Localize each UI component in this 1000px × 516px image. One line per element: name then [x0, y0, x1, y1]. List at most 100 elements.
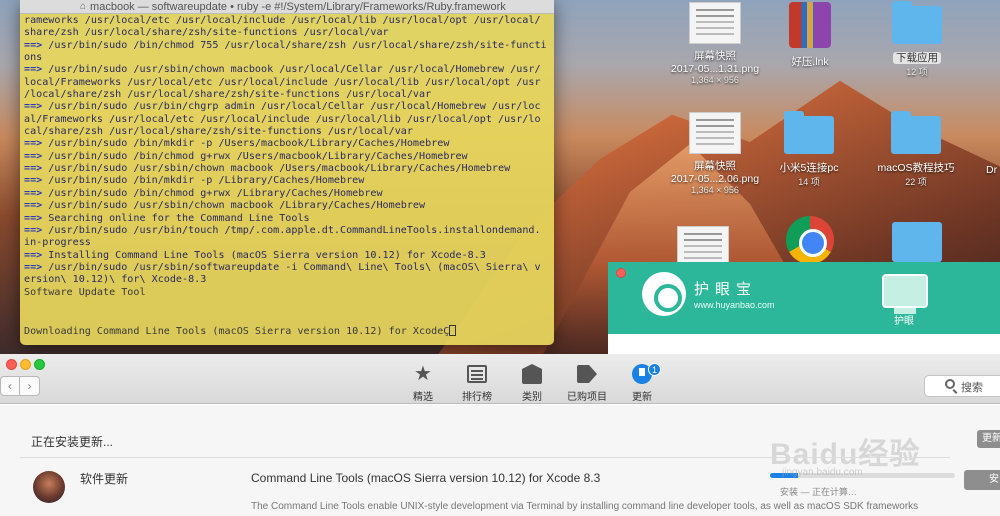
search-icon — [945, 379, 955, 389]
nav-buttons: ‹ › — [0, 376, 40, 396]
terminal-line-text: al/Frameworks /usr/local/etc /usr/local/… — [24, 113, 541, 125]
terminal-line-text: /usr/bin/sudo /usr/sbin/chown macbook /u… — [42, 64, 541, 76]
close-window-button[interactable] — [6, 359, 17, 370]
terminal-window[interactable]: ⌂ macbook — softwareupdate • ruby -e #!/… — [20, 0, 554, 345]
terminal-line-text: /usr/bin/sudo /bin/mkdir -p /Users/macbo… — [42, 138, 450, 150]
desktop-icon-xiaomi-folder[interactable]: 小米5连接pc 14 项 — [772, 111, 846, 188]
prompt-arrow: ==> — [24, 64, 43, 76]
desktop-icon-haozip[interactable]: 好压.lnk — [780, 2, 840, 69]
minimize-window-button[interactable] — [20, 359, 31, 370]
update-all-button[interactable]: 更新 — [977, 430, 1000, 448]
terminal-line-text: /usr/bin/sudo /usr/bin/touch /tmp/.com.a… — [42, 224, 541, 236]
folder-icon — [892, 222, 942, 262]
terminal-line: ==> /usr/bin/sudo /bin/chmod 755 /usr/lo… — [24, 40, 550, 52]
tab-purchased[interactable]: 已购项目 — [559, 362, 615, 403]
terminal-line: ==> /usr/bin/sudo /usr/bin/touch /tmp/.c… — [24, 225, 550, 237]
close-button[interactable] — [616, 268, 626, 278]
software-update-label: 软件更新 — [80, 472, 129, 486]
terminal-line: ==> /usr/bin/sudo /bin/mkdir -p /Library… — [24, 175, 550, 187]
folder-icon — [892, 1, 942, 44]
watermark-url: jingyan.baidu.com — [782, 467, 863, 478]
terminal-line: ersion\ 10.12)\ for\ Xcode-8.3 — [24, 274, 550, 286]
app-store-window: ‹ › ★ 精选 排行榜 类别 已购项目 1 更新 搜索 正在安装更新... B… — [0, 354, 1000, 516]
terminal-line-text: /usr/bin/sudo /bin/chmod g+rwx /Users/ma… — [42, 150, 468, 162]
terminal-line: Software Update Tool — [24, 287, 550, 299]
eye-protection-label[interactable]: 护眼 — [894, 312, 914, 327]
terminal-line: share/zsh /usr/local/share/zsh/site-func… — [24, 27, 550, 39]
terminal-line-text: Software Update Tool — [24, 286, 146, 298]
huyanbao-logo-icon — [642, 272, 686, 316]
divider — [20, 457, 950, 458]
terminal-line-text: /usr/bin/sudo /bin/chmod 755 /usr/local/… — [42, 39, 547, 51]
desktop-icon-partial[interactable]: Dr — [986, 164, 1000, 176]
prompt-arrow: ==> — [24, 187, 43, 199]
terminal-line: al/Frameworks /usr/local/etc /usr/local/… — [24, 114, 550, 126]
terminal-line: rameworks /usr/local/etc /usr/local/incl… — [24, 15, 550, 27]
update-item-description: The Command Line Tools enable UNIX-style… — [251, 501, 919, 512]
prompt-arrow: ==> — [24, 200, 43, 212]
terminal-output: rameworks /usr/local/etc /usr/local/incl… — [20, 14, 554, 300]
terminal-line: in-progress — [24, 237, 550, 249]
terminal-line: ==> Installing Command Line Tools (macOS… — [24, 250, 550, 262]
terminal-line: ==> /usr/bin/sudo /bin/chmod g+rwx /Libr… — [24, 188, 550, 200]
terminal-line: cal/share/zsh /usr/local/share/zsh/site-… — [24, 126, 550, 138]
forward-button[interactable]: › — [20, 376, 40, 396]
desktop-icon-chrome[interactable] — [784, 216, 836, 264]
tab-categories[interactable]: 类别 — [504, 362, 560, 403]
prompt-arrow: ==> — [24, 138, 43, 150]
terminal-line-text: /usr/bin/sudo /usr/sbin/softwareupdate -… — [42, 261, 541, 273]
terminal-line-text: share/zsh /usr/local/share/zsh/site-func… — [24, 27, 389, 39]
folder-icon — [891, 111, 941, 154]
terminal-titlebar[interactable]: ⌂ macbook — softwareupdate • ruby -e #!/… — [20, 0, 554, 14]
category-icon — [522, 364, 542, 384]
update-item-title[interactable]: Command Line Tools (macOS Sierra version… — [251, 471, 600, 485]
terminal-line: ==> /usr/bin/sudo /bin/mkdir -p /Users/m… — [24, 138, 550, 150]
search-placeholder: 搜索 — [961, 382, 983, 394]
huyanbao-window: 护眼宝 www.huyanbao.com 护眼 — [608, 262, 1000, 360]
cursor-icon — [449, 325, 457, 336]
huyanbao-url: www.huyanbao.com — [694, 300, 775, 310]
desktop-icon-folder-partial[interactable] — [891, 222, 943, 262]
app-store-toolbar: ‹ › ★ 精选 排行榜 类别 已购项目 1 更新 搜索 — [0, 354, 1000, 404]
desktop-wallpaper: 屏幕快照 2017-05...1.31.png 1,364 × 956 好压.l… — [0, 0, 1000, 360]
terminal-line: ==> /usr/bin/sudo /usr/sbin/chown macboo… — [24, 200, 550, 212]
terminal-line: local/Frameworks /usr/local/etc /usr/loc… — [24, 77, 550, 89]
folder-icon — [784, 111, 834, 154]
terminal-line-text: local/Frameworks /usr/local/etc /usr/loc… — [24, 76, 541, 88]
image-thumbnail-icon — [689, 112, 741, 154]
prompt-arrow: ==> — [24, 249, 43, 261]
star-icon: ★ — [414, 363, 432, 385]
install-button[interactable]: 安 — [964, 470, 1000, 490]
terminal-line: ==> /usr/bin/sudo /usr/sbin/chown macboo… — [24, 64, 550, 76]
desktop-icon-downloads-folder[interactable]: 下载应用 12 项 — [883, 1, 951, 78]
desktop-icon-screenshot-2[interactable]: 屏幕快照 2017-05...2.06.png 1,364 × 956 — [660, 112, 770, 195]
updates-content: 正在安装更新... Baidu经验 更新 软件更新 Command Line T… — [0, 405, 1000, 516]
desktop-icon-macos-tips-folder[interactable]: macOS教程技巧 22 项 — [870, 111, 962, 188]
terminal-download-line: Downloading Command Line Tools (macOS Si… — [24, 325, 457, 337]
tab-updates[interactable]: 1 更新 — [614, 362, 670, 403]
prompt-arrow: ==> — [24, 175, 43, 187]
macos-sierra-icon — [33, 471, 65, 503]
image-thumbnail-icon — [689, 2, 741, 44]
eye-protection-icon[interactable] — [882, 274, 928, 314]
zoom-window-button[interactable] — [34, 359, 45, 370]
updates-count-badge: 1 — [648, 363, 661, 376]
back-button[interactable]: ‹ — [0, 376, 20, 396]
terminal-line-text: ersion\ 10.12)\ for\ Xcode-8.3 — [24, 274, 207, 286]
terminal-title: macbook — softwareupdate • ruby -e #!/Sy… — [90, 0, 506, 13]
terminal-line: ==> /usr/bin/sudo /bin/chmod g+rwx /User… — [24, 151, 550, 163]
terminal-line-text: /local/share/zsh /usr/local/share/zsh/si… — [24, 89, 432, 101]
prompt-arrow: ==> — [24, 261, 43, 273]
tab-top-charts[interactable]: 排行榜 — [449, 362, 505, 403]
prompt-arrow: ==> — [24, 39, 43, 51]
home-icon: ⌂ — [80, 1, 87, 12]
list-icon — [467, 365, 487, 383]
tab-featured[interactable]: ★ 精选 — [395, 362, 451, 403]
terminal-line-text: Searching online for the Command Line To… — [42, 212, 310, 224]
terminal-line-text: /usr/bin/sudo /bin/chmod g+rwx /Library/… — [42, 187, 383, 199]
desktop-icon-screenshot-1[interactable]: 屏幕快照 2017-05...1.31.png 1,364 × 956 — [660, 2, 770, 85]
terminal-line-text: rameworks /usr/local/etc /usr/local/incl… — [24, 15, 541, 26]
terminal-line: /local/share/zsh /usr/local/share/zsh/si… — [24, 89, 550, 101]
prompt-arrow: ==> — [24, 150, 43, 162]
terminal-line: ==> /usr/bin/sudo /usr/sbin/softwareupda… — [24, 262, 550, 274]
